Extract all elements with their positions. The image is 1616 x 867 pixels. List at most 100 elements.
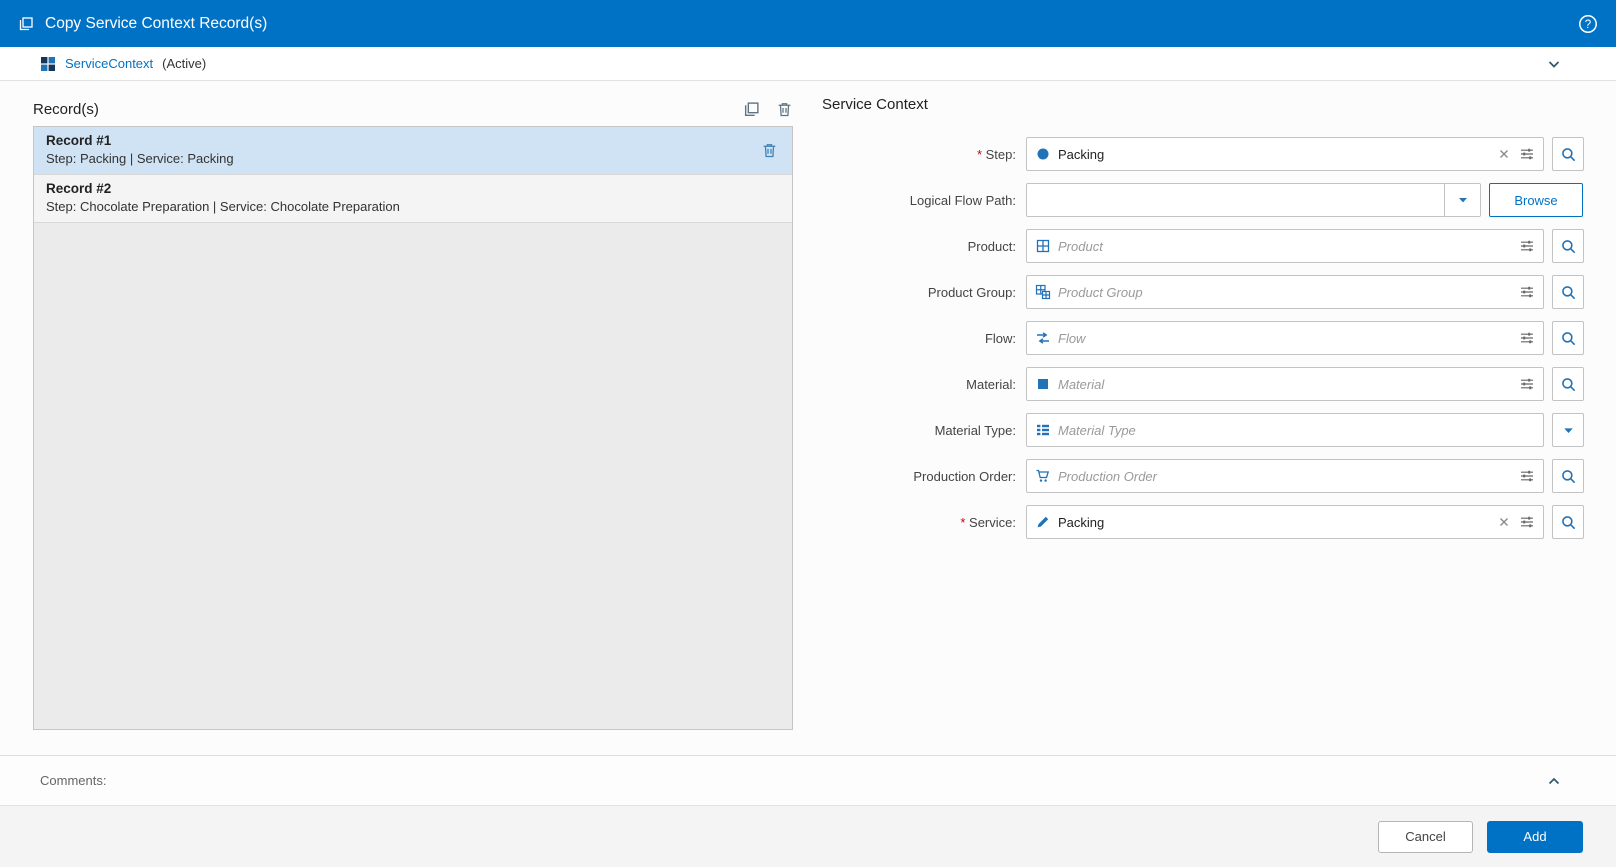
browse-button[interactable]: Browse [1489, 183, 1583, 217]
record-list-item[interactable]: Record #1 Step: Packing | Service: Packin… [34, 127, 792, 175]
flow-search-button[interactable] [1552, 321, 1584, 355]
filter-icon[interactable] [1519, 468, 1535, 484]
material-type-input[interactable]: Material Type [1026, 413, 1544, 447]
field-placeholder: Material Type [1058, 422, 1136, 438]
product-group-grid-icon [1035, 284, 1051, 300]
form-row-production-order: Production Order: Production Order [822, 459, 1584, 493]
chevron-down-icon [1455, 192, 1471, 208]
search-icon [1560, 238, 1577, 255]
copy-icon [18, 16, 34, 32]
record-title: Record #2 [46, 181, 112, 196]
step-search-button[interactable] [1552, 137, 1584, 171]
context-status: (Active) [162, 56, 207, 71]
filter-icon[interactable] [1519, 146, 1535, 162]
service-context-tiles-icon [40, 56, 56, 72]
context-link[interactable]: ServiceContext [65, 56, 153, 71]
form-row-flow: Flow: Flow [822, 321, 1584, 355]
flow-arrows-icon [1035, 330, 1051, 346]
help-icon[interactable]: ? [1578, 14, 1598, 34]
search-icon [1560, 284, 1577, 301]
field-label: Flow: [984, 330, 1016, 346]
form-row-product: Product: Product [822, 229, 1584, 263]
filter-icon[interactable] [1519, 376, 1535, 392]
material-square-icon [1035, 376, 1051, 392]
product-grid-icon [1035, 238, 1051, 254]
search-icon [1560, 330, 1577, 347]
form-row-step: * Step: Packing [822, 137, 1584, 171]
filter-icon[interactable] [1519, 284, 1535, 300]
record-list-item[interactable]: Record #2 Step: Chocolate Preparation | S… [34, 175, 792, 223]
field-placeholder: Product Group [1058, 284, 1143, 300]
field-label: * Service: [960, 514, 1016, 530]
filter-icon[interactable] [1519, 238, 1535, 254]
delete-record-icon[interactable] [776, 101, 793, 118]
service-input[interactable]: Packing [1026, 505, 1544, 539]
production-order-input[interactable]: Production Order [1026, 459, 1544, 493]
main-content: Record(s) Record #1 Step: Packing | Servi… [0, 81, 1616, 755]
form-title: Service Context [822, 96, 928, 113]
form-row-product-group: Product Group: Product Group [822, 275, 1584, 309]
circle-icon [1035, 146, 1051, 162]
search-icon [1560, 376, 1577, 393]
product-input[interactable]: Product [1026, 229, 1544, 263]
chevron-down-icon[interactable] [1546, 56, 1562, 72]
required-asterisk: * [976, 146, 986, 162]
field-label: Production Order: [913, 468, 1016, 484]
field-placeholder: Product [1058, 238, 1103, 254]
step-input[interactable]: Packing [1026, 137, 1544, 171]
flow-input[interactable]: Flow [1026, 321, 1544, 355]
record-list: Record #1 Step: Packing | Service: Packin… [33, 126, 793, 730]
form-row-logical-flow-path: Logical Flow Path: Browse [822, 183, 1584, 217]
product-search-button[interactable] [1552, 229, 1584, 263]
field-label: Material Type: [934, 422, 1016, 438]
logical-flow-path-input[interactable] [1026, 183, 1481, 217]
copy-record-icon[interactable] [743, 101, 760, 118]
field-placeholder: Production Order [1058, 468, 1157, 484]
search-icon [1560, 468, 1577, 485]
cart-icon [1035, 468, 1051, 484]
form-row-material: Material: Material [822, 367, 1584, 401]
comments-bar: Comments: [0, 755, 1616, 805]
material-search-button[interactable] [1552, 367, 1584, 401]
window-title: Copy Service Context Record(s) [45, 14, 268, 32]
form-row-material-type: Material Type: Material Type [822, 413, 1584, 447]
field-label: Product Group: [927, 284, 1016, 300]
material-input[interactable]: Material [1026, 367, 1544, 401]
field-placeholder: Material [1058, 376, 1105, 392]
record-subtitle: Step: Packing | Service: Packing [46, 151, 234, 166]
records-panel: Record(s) Record #1 Step: Packing | Servi… [33, 96, 793, 730]
record-title: Record #1 [46, 133, 112, 148]
chevron-up-icon[interactable] [1546, 773, 1562, 789]
material-type-list-icon [1035, 422, 1051, 438]
production-order-search-button[interactable] [1552, 459, 1584, 493]
chevron-down-icon [1560, 422, 1577, 439]
search-icon [1560, 146, 1577, 163]
field-value: Packing [1058, 514, 1105, 530]
field-label: Product: [967, 238, 1016, 254]
delete-record-icon[interactable] [761, 142, 778, 159]
service-context-form: Service Context * Step: Packing Logical Fl… [822, 96, 1584, 551]
titlebar: Copy Service Context Record(s) ? [0, 0, 1616, 47]
field-label: Logical Flow Path: [909, 192, 1016, 208]
footer-bar: Cancel Add [0, 805, 1616, 867]
field-label: * Step: [976, 146, 1016, 162]
product-group-input[interactable]: Product Group [1026, 275, 1544, 309]
logical-flow-path-dropdown-button[interactable] [1444, 184, 1480, 216]
filter-icon[interactable] [1519, 514, 1535, 530]
field-placeholder: Flow [1058, 330, 1086, 346]
record-subtitle: Step: Chocolate Preparation | Service: C… [46, 199, 400, 214]
field-value: Packing [1058, 146, 1105, 162]
service-search-button[interactable] [1552, 505, 1584, 539]
pencil-icon [1035, 514, 1051, 530]
cancel-button[interactable]: Cancel [1378, 820, 1473, 853]
field-label: Material: [966, 376, 1016, 392]
product-group-search-button[interactable] [1552, 275, 1584, 309]
add-button[interactable]: Add [1487, 820, 1583, 853]
filter-icon[interactable] [1519, 330, 1535, 346]
material-type-dropdown-button[interactable] [1552, 413, 1584, 447]
search-icon [1560, 514, 1577, 531]
context-bar: ServiceContext (Active) [0, 47, 1616, 81]
clear-icon[interactable] [1496, 146, 1512, 162]
records-panel-title: Record(s) [33, 100, 99, 118]
clear-icon[interactable] [1496, 514, 1512, 530]
